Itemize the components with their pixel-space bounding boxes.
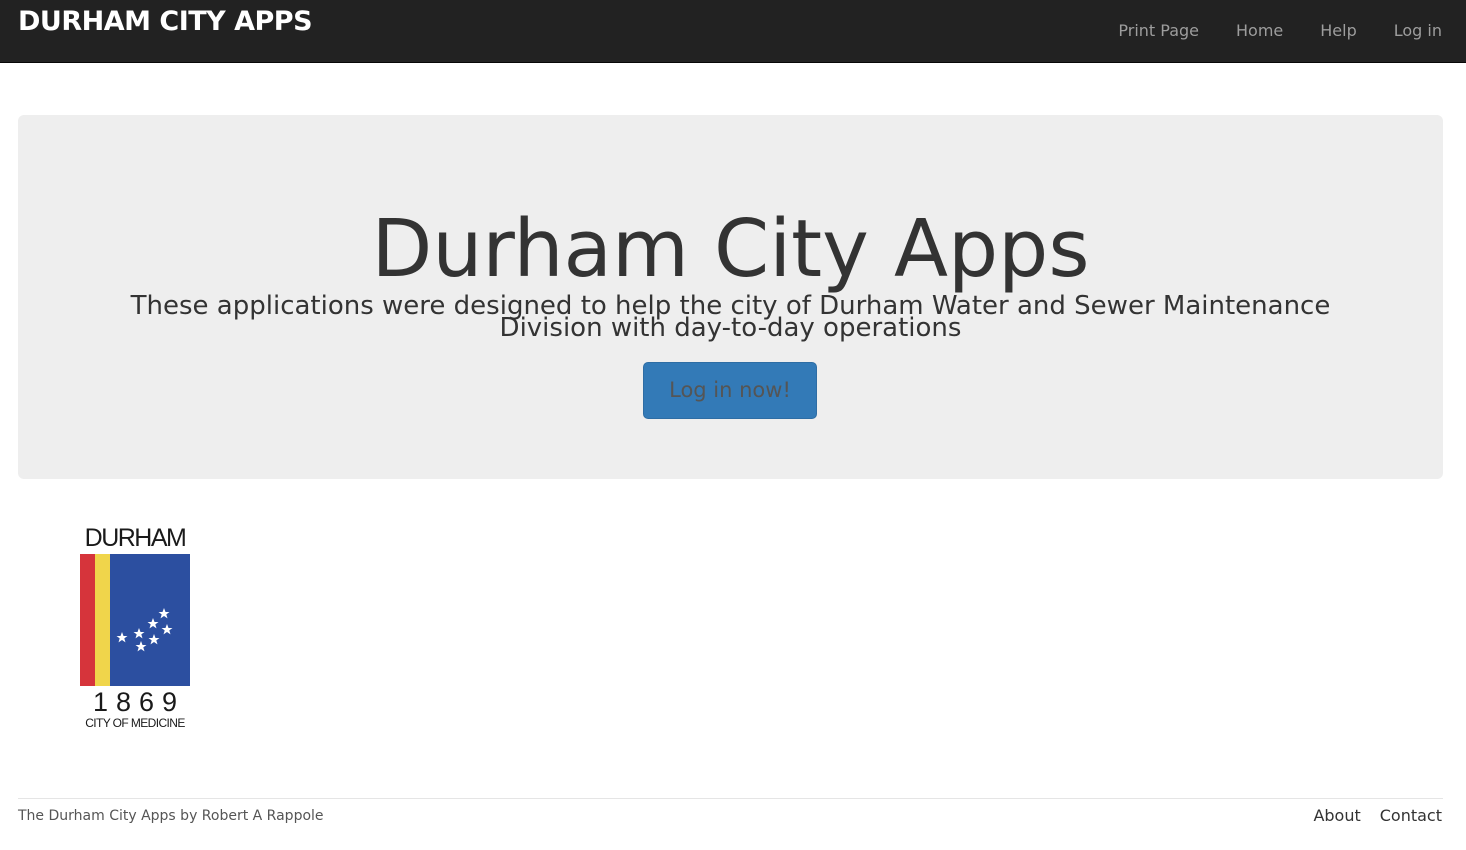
log-in-now-button[interactable]: Log in now!: [643, 362, 817, 419]
navbar-links: Print Page Home Help Log in: [1081, 20, 1442, 42]
navbar-brand[interactable]: DURHAM CITY APPS: [18, 5, 313, 39]
logo-year: 1869: [92, 687, 186, 717]
logo-wordmark: DURHAM: [84, 524, 187, 552]
hero-title: Durham City Apps: [371, 203, 1090, 295]
nav-print-page[interactable]: Print Page: [1118, 20, 1199, 42]
footer-about-link[interactable]: About: [1313, 806, 1360, 826]
nav-log-in[interactable]: Log in: [1394, 20, 1442, 42]
logo-motto: CITY OF MEDICINE: [85, 716, 185, 730]
hero-description: These applications were designed to help…: [130, 291, 1331, 343]
footer-contact-link[interactable]: Contact: [1380, 806, 1442, 826]
footer-divider: [18, 798, 1443, 799]
nav-home[interactable]: Home: [1236, 20, 1283, 42]
nav-help[interactable]: Help: [1320, 20, 1356, 42]
hero-jumbotron: Durham City Apps These applications were…: [18, 115, 1443, 479]
durham-city-logo: DURHAM 1869 CITY OF MEDICINE: [76, 524, 194, 736]
top-navbar: DURHAM CITY APPS Print Page Home Help Lo…: [0, 0, 1466, 63]
footer-links: About Contact: [1294, 806, 1442, 826]
footer-credit: The Durham City Apps by Robert A Rappole: [18, 808, 324, 824]
durham-flag-icon: [80, 554, 190, 686]
